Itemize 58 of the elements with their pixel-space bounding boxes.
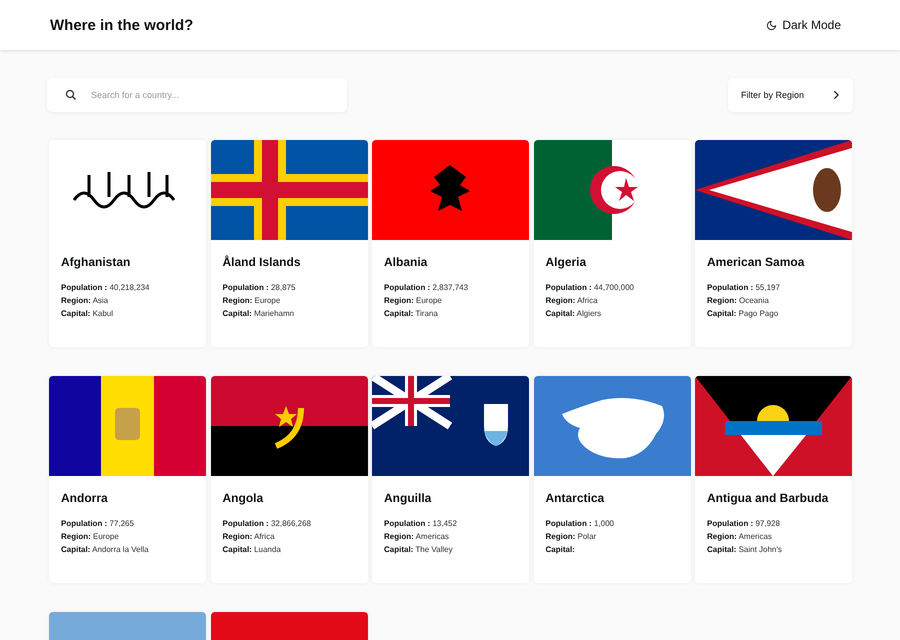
capital-text: Capital: The Valley: [384, 545, 454, 554]
capital-text: Capital: Kabul: [61, 309, 114, 318]
population-text: Population : 44,700,000: [546, 283, 635, 292]
country-name: Angola: [222, 491, 264, 505]
capital-text: Capital: Luanda: [222, 545, 282, 554]
capital-text: Capital: Andorra la Vella: [61, 545, 150, 554]
country-card[interactable]: Algeria Population : 44,700,000 Region: Africa Capital: Algiers: [534, 140, 690, 347]
population-text: Population : 40,218,234: [61, 283, 150, 292]
country-name: Anguilla: [384, 491, 432, 505]
capital-text: Capital:: [546, 545, 576, 554]
country-card[interactable]: Albania Population : 2,837,743 Region: Europe Capital: Tirana: [372, 140, 529, 347]
moon-icon: [766, 20, 778, 30]
region-text: Region: Asia: [61, 296, 110, 305]
country-name: Afghanistan: [61, 255, 132, 269]
country-card[interactable]: Åland Islands Population : 28,875 Region: Europe Capital: Mariehamn: [210, 140, 368, 347]
country-card[interactable]: Antigua and Barbuda Population : 97,928 Region: Americas Capital: Saint John's: [695, 376, 852, 583]
country-name: Antigua and Barbuda: [707, 491, 830, 505]
capital-text: Capital: Algiers: [546, 309, 602, 318]
population-text: Population : 32,866,268: [222, 519, 312, 528]
country-name: Antarctica: [546, 491, 606, 505]
country-card[interactable]: Antarctica Population : 1,000 Region: Polar Capital:: [534, 376, 690, 583]
country-card[interactable]: Angola Population : 32,866,268 Region: Africa Capital: Luanda: [210, 376, 368, 583]
region-text: Region: Americas: [707, 532, 773, 541]
region-filter-dropdown[interactable]: Filter by Region: [728, 78, 853, 112]
population-text: Population : 1,000: [546, 519, 615, 528]
chevron-icon: [831, 90, 841, 100]
capital-text: Capital: Mariehamn: [222, 309, 296, 318]
dark-mode-toggle[interactable]: Dark Mode: [766, 18, 841, 32]
capital-text: Capital: Tirana: [384, 309, 439, 318]
population-text: Population : 2,837,743: [384, 283, 470, 292]
country-card[interactable]: Anguilla Population : 13,452 Region: Americas Capital: The Valley: [372, 376, 529, 583]
search-field[interactable]: Search for a country...: [89, 89, 329, 101]
population-text: Population : 77,265: [61, 519, 135, 528]
region-text: Region: Polar: [546, 532, 598, 541]
capital-text: Capital: Pago Pago: [707, 309, 780, 318]
population-text: Population : 97,928: [707, 519, 781, 528]
population-text: Population : 13,452: [384, 519, 458, 528]
country-card[interactable]: American Samoa Population : 55,197 Region: Oceania Capital: Pago Pago: [695, 140, 852, 347]
search-bar[interactable]: Search for a country...: [47, 78, 347, 112]
region-text: Region: Europe: [61, 532, 120, 541]
country-name: Åland Islands: [222, 255, 302, 269]
country-card[interactable]: Afghanistan Population : 40,218,234 Region: Asia Capital: Kabul: [49, 140, 206, 347]
region-text: Region: Africa: [546, 296, 599, 305]
region-text: Region: Americas: [384, 532, 450, 541]
region-text: Region: Europe: [222, 296, 282, 305]
region-text: Region: Africa: [222, 532, 276, 541]
country-name: Algeria: [546, 255, 588, 269]
population-text: Population : 55,197: [707, 283, 781, 292]
capital-text: Capital: Saint John's: [707, 545, 783, 554]
country-name: Albania: [384, 255, 428, 269]
search-icon: [65, 89, 77, 101]
region-text: Region: Europe: [384, 296, 443, 305]
country-card[interactable]: Andorra Population : 77,265 Region: Europe Capital: Andorra la Vella: [49, 376, 206, 583]
site-title: Where in the world?: [50, 16, 194, 34]
population-text: Population : 28,875: [222, 283, 296, 292]
country-name: American Samoa: [707, 255, 806, 269]
region-text: Region: Oceania: [707, 296, 770, 305]
country-name: Andorra: [61, 491, 109, 505]
